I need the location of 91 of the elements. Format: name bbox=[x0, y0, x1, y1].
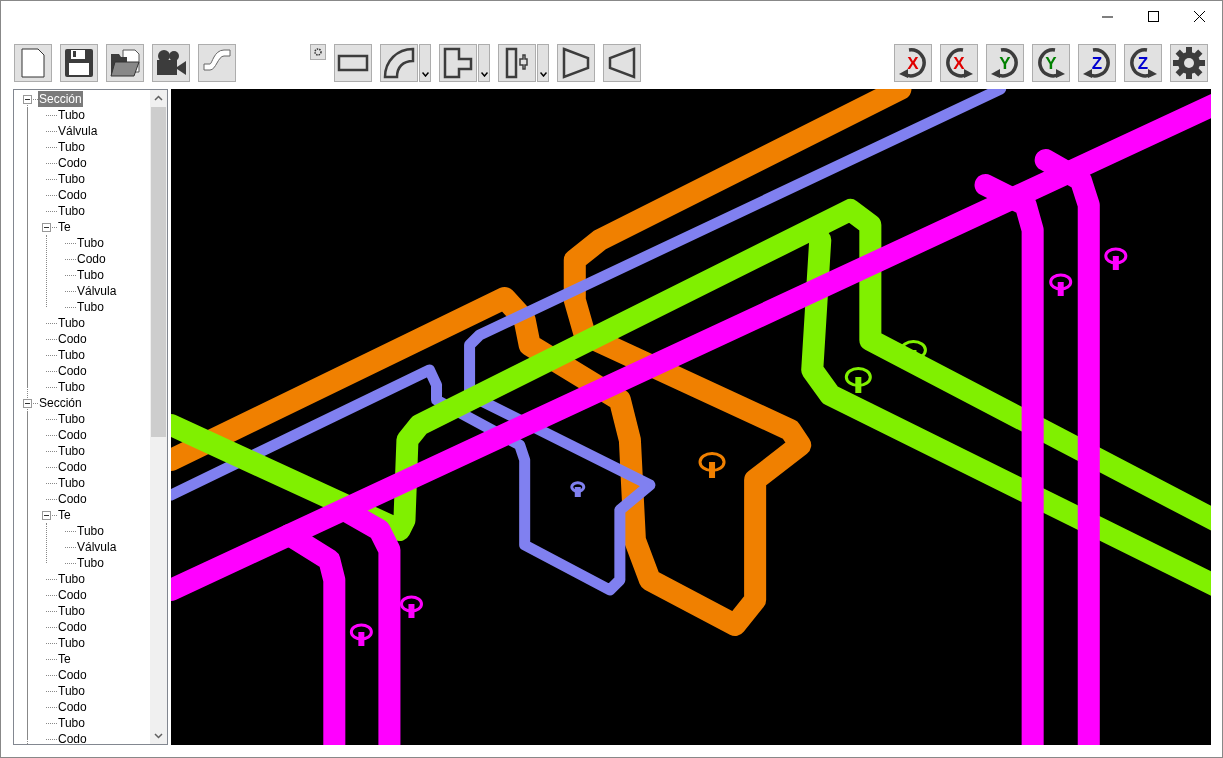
tree-item[interactable]: Tubo bbox=[57, 603, 86, 619]
toolbar-button[interactable] bbox=[152, 44, 190, 82]
tree-item[interactable]: Codo bbox=[57, 459, 88, 475]
collapse-toggle[interactable] bbox=[42, 223, 51, 232]
axis-label: Z bbox=[1091, 54, 1103, 72]
toolbar-button[interactable] bbox=[106, 44, 144, 82]
tree-item[interactable]: Codo bbox=[57, 699, 88, 715]
chevron-down-icon bbox=[539, 72, 547, 77]
video-camera-icon bbox=[155, 49, 187, 77]
tree-item[interactable]: Sección bbox=[38, 395, 83, 411]
maximize-icon bbox=[1147, 11, 1159, 22]
tree-item[interactable]: Tubo bbox=[57, 443, 86, 459]
scrollbar[interactable] bbox=[150, 90, 167, 744]
collapse-toggle[interactable] bbox=[42, 511, 51, 520]
elbow-icon bbox=[383, 47, 415, 79]
folder-icon bbox=[109, 48, 141, 78]
expander-icon bbox=[608, 47, 636, 79]
tree-item[interactable]: Tubo bbox=[57, 379, 86, 395]
tree-item[interactable]: Tubo bbox=[76, 235, 105, 251]
tree-item[interactable]: Tubo bbox=[76, 555, 105, 571]
tree-item[interactable]: Tubo bbox=[57, 635, 86, 651]
tree-item[interactable]: Válvula bbox=[76, 283, 118, 299]
tree-item[interactable]: Tubo bbox=[57, 411, 86, 427]
valve-icon bbox=[505, 47, 529, 79]
axis-label: Z bbox=[1137, 54, 1149, 72]
tree-item[interactable]: Tubo bbox=[57, 683, 86, 699]
tree-item[interactable]: Tubo bbox=[57, 171, 86, 187]
toolbar-button[interactable] bbox=[60, 44, 98, 82]
scroll-thumb[interactable] bbox=[151, 107, 166, 437]
tree-item[interactable]: Tubo bbox=[57, 315, 86, 331]
tree-item[interactable]: Codo bbox=[57, 667, 88, 683]
toolbar-button[interactable] bbox=[334, 44, 372, 82]
tree-item[interactable]: Codo bbox=[57, 587, 88, 603]
tree-item[interactable]: Codo bbox=[57, 363, 88, 379]
collapse-toggle[interactable] bbox=[23, 399, 32, 408]
tree-item[interactable]: Tubo bbox=[76, 523, 105, 539]
tree-item[interactable]: Codo bbox=[57, 731, 88, 744]
settings-button[interactable] bbox=[1170, 44, 1208, 82]
tree-item[interactable]: Te bbox=[57, 219, 72, 235]
tree-item[interactable]: Tubo bbox=[57, 347, 86, 363]
rotate-button[interactable]: Y bbox=[1032, 44, 1070, 82]
small-settings-button[interactable] bbox=[310, 44, 326, 60]
axis-label: Y bbox=[999, 54, 1011, 72]
toolbar-button[interactable] bbox=[380, 44, 418, 82]
tree-item[interactable]: Tubo bbox=[57, 203, 86, 219]
tree-item[interactable]: Tubo bbox=[76, 299, 105, 315]
tree-item[interactable]: Tubo bbox=[57, 107, 86, 123]
tree-item[interactable]: Válvula bbox=[57, 123, 99, 139]
tee-icon bbox=[443, 47, 473, 79]
collapse-toggle[interactable] bbox=[23, 95, 32, 104]
tree-item[interactable]: Válvula bbox=[76, 539, 118, 555]
tree-item[interactable]: Codo bbox=[57, 427, 88, 443]
new-file-icon bbox=[21, 48, 45, 78]
tree-item[interactable]: Sección bbox=[38, 91, 83, 107]
rotate-button[interactable]: Z bbox=[1124, 44, 1162, 82]
settings-icon bbox=[313, 47, 323, 57]
tree-item[interactable]: Tubo bbox=[57, 139, 86, 155]
tree-item[interactable]: Codo bbox=[57, 155, 88, 171]
toolbar-button[interactable] bbox=[603, 44, 641, 82]
rotate-button[interactable]: X bbox=[940, 44, 978, 82]
axis-label: X bbox=[953, 54, 965, 72]
chevron-down-icon bbox=[480, 72, 488, 77]
reducer-icon bbox=[562, 47, 590, 79]
dropdown-button[interactable] bbox=[478, 44, 490, 82]
tree-item[interactable]: Te bbox=[57, 651, 72, 667]
rotate-button[interactable]: Z bbox=[1078, 44, 1116, 82]
tree-item[interactable]: Codo bbox=[57, 187, 88, 203]
tree-item[interactable]: Tubo bbox=[76, 267, 105, 283]
axis-label: X bbox=[907, 54, 919, 72]
tree-item[interactable]: Tubo bbox=[57, 715, 86, 731]
toolbar-button[interactable] bbox=[557, 44, 595, 82]
tree-item[interactable]: Tubo bbox=[57, 571, 86, 587]
dropdown-button[interactable] bbox=[537, 44, 549, 82]
tree-item[interactable]: Tubo bbox=[57, 475, 86, 491]
tree-item[interactable]: Codo bbox=[57, 619, 88, 635]
dropdown-button[interactable] bbox=[419, 44, 431, 82]
toolbar-button[interactable] bbox=[439, 44, 477, 82]
rotate-button[interactable]: Y bbox=[986, 44, 1024, 82]
rotate-button[interactable]: X bbox=[894, 44, 932, 82]
toolbar-button[interactable] bbox=[498, 44, 536, 82]
save-icon bbox=[64, 48, 94, 78]
rectangle-icon bbox=[337, 54, 369, 72]
tree-item[interactable]: Codo bbox=[76, 251, 107, 267]
settings-icon bbox=[1173, 47, 1205, 79]
tree-item[interactable]: Te bbox=[57, 507, 72, 523]
chevron-down-icon bbox=[421, 72, 429, 77]
minimize-icon bbox=[1101, 15, 1113, 18]
tree-item[interactable]: Codo bbox=[57, 331, 88, 347]
axis-label: Y bbox=[1045, 54, 1057, 72]
tree-item[interactable]: Codo bbox=[57, 491, 88, 507]
close-icon bbox=[1193, 11, 1205, 22]
